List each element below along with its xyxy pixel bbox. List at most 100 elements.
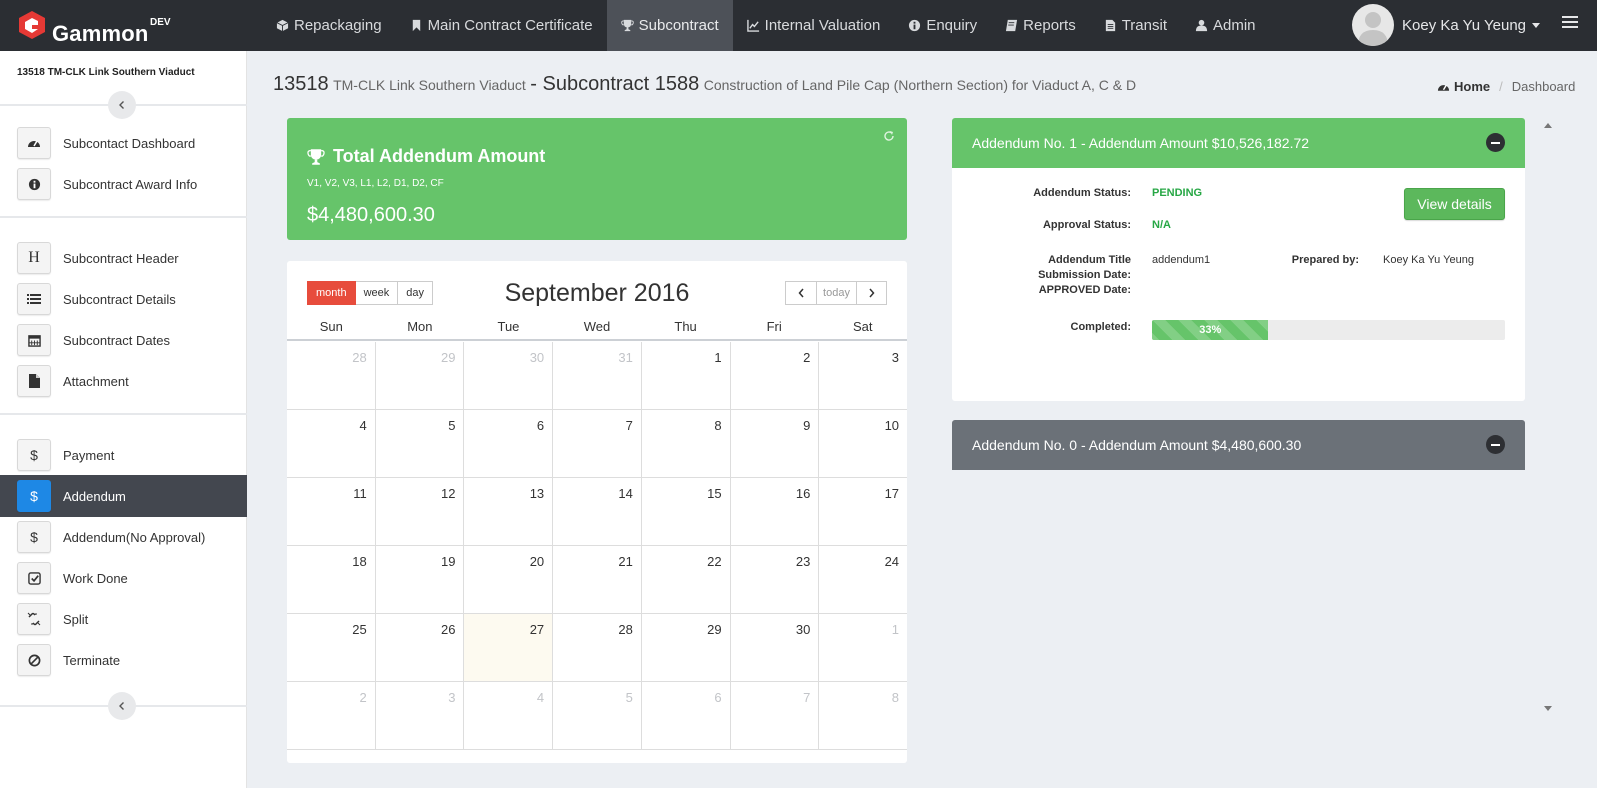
sidebar-item-label: Subcontact Dashboard xyxy=(63,135,196,151)
calendar-day[interactable]: 3 xyxy=(376,682,465,749)
calendar-day[interactable]: 17 xyxy=(819,478,907,545)
nav-internal-valuation[interactable]: Internal Valuation xyxy=(733,0,895,51)
view-day-button[interactable]: day xyxy=(398,281,434,305)
nav-reports[interactable]: Reports xyxy=(991,0,1090,51)
calendar-next-button[interactable] xyxy=(857,281,887,305)
calendar-day[interactable]: 1 xyxy=(642,342,731,409)
calendar-today-button[interactable]: today xyxy=(817,281,857,305)
nav-label: Main Contract Certificate xyxy=(427,17,593,34)
nav-label: Reports xyxy=(1023,17,1076,34)
sidebar-item-label: Addendum(No Approval) xyxy=(63,529,206,545)
calendar-day[interactable]: 29 xyxy=(642,614,731,681)
scroll-down-arrow-icon[interactable] xyxy=(1544,706,1552,711)
calendar-day[interactable]: 5 xyxy=(553,682,642,749)
calendar-day[interactable]: 22 xyxy=(642,546,731,613)
sidebar-item-label: Subcontract Award Info xyxy=(63,176,198,192)
line-chart-icon xyxy=(746,19,759,32)
addendum-0-header[interactable]: Addendum No. 0 - Addendum Amount $4,480,… xyxy=(952,420,1525,470)
sidebar-item-subcontract-award-info[interactable]: Subcontract Award Info xyxy=(0,163,247,205)
calendar-prev-button[interactable] xyxy=(785,281,817,305)
user-menu[interactable]: Koey Ka Yu Yeung xyxy=(1352,3,1541,47)
calendar-day[interactable]: 6 xyxy=(464,410,554,477)
cube-icon xyxy=(276,19,289,32)
calendar-day[interactable]: 28 xyxy=(553,614,642,681)
calendar-day[interactable]: 1 xyxy=(819,614,907,681)
calendar-day-today[interactable]: 27 xyxy=(464,614,554,681)
sidebar-item-split[interactable]: Split xyxy=(0,598,247,640)
calendar-day[interactable]: 19 xyxy=(376,546,465,613)
nav-repackaging[interactable]: Repackaging xyxy=(262,0,396,51)
sidebar-item-payment[interactable]: $ Payment xyxy=(0,434,247,476)
calendar-day[interactable]: 20 xyxy=(464,546,554,613)
collapse-minus-icon[interactable] xyxy=(1486,435,1505,454)
book-icon xyxy=(1006,19,1018,32)
calendar-day[interactable]: 31 xyxy=(553,342,642,409)
calendar-day[interactable]: 12 xyxy=(376,478,465,545)
view-week-button[interactable]: week xyxy=(355,281,399,305)
nav-subcontract[interactable]: Subcontract xyxy=(606,0,733,51)
calendar-day[interactable]: 30 xyxy=(731,614,820,681)
nav-enquiry[interactable]: Enquiry xyxy=(894,0,991,51)
calendar-day[interactable]: 14 xyxy=(553,478,642,545)
calendar-day[interactable]: 8 xyxy=(642,410,731,477)
gammon-logo[interactable]: Gammon DEV xyxy=(16,9,176,46)
nav-label: Repackaging xyxy=(294,17,382,34)
calendar-day[interactable]: 29 xyxy=(376,342,465,409)
calendar-day[interactable]: 7 xyxy=(731,682,820,749)
sidebar-item-attachment[interactable]: Attachment xyxy=(0,360,247,402)
view-month-button[interactable]: month xyxy=(307,281,356,305)
chevron-right-icon xyxy=(869,288,875,298)
calendar-day[interactable]: 7 xyxy=(553,410,642,477)
sidebar-item-subcontract-dates[interactable]: Subcontract Dates xyxy=(0,319,247,361)
dollar-icon: $ xyxy=(17,439,51,471)
divider xyxy=(0,413,247,415)
calendar-day[interactable]: 21 xyxy=(553,546,642,613)
unlink-icon xyxy=(17,603,51,635)
calendar-day[interactable]: 3 xyxy=(819,342,907,409)
addendum-title-value: addendum1 xyxy=(1152,254,1211,266)
sidebar-item-subcontract-header[interactable]: H Subcontract Header xyxy=(0,237,247,279)
calendar-day[interactable]: 24 xyxy=(819,546,907,613)
sidebar-item-label: Subcontract Header xyxy=(63,250,179,266)
collapse-minus-icon[interactable] xyxy=(1486,133,1505,152)
view-details-button[interactable]: View details xyxy=(1404,188,1505,220)
calendar-day[interactable]: 30 xyxy=(464,342,554,409)
calendar-day[interactable]: 28 xyxy=(287,342,376,409)
calendar-day[interactable]: 6 xyxy=(642,682,731,749)
sidebar-item-terminate[interactable]: Terminate xyxy=(0,639,247,681)
chevron-left-icon xyxy=(119,101,124,109)
sidebar-item-addendum[interactable]: $ Addendum xyxy=(0,475,247,517)
job-name: TM-CLK Link Southern Viaduct xyxy=(333,77,526,93)
nav-main-contract-certificate[interactable]: Main Contract Certificate xyxy=(396,0,607,51)
sidebar-item-subcontract-dashboard[interactable]: Subcontact Dashboard xyxy=(0,122,247,164)
sidebar-collapse-button[interactable] xyxy=(108,692,136,720)
calendar-day[interactable]: 16 xyxy=(731,478,820,545)
calendar-day[interactable]: 2 xyxy=(731,342,820,409)
hamburger-menu-icon[interactable] xyxy=(1562,16,1578,30)
calendar-day[interactable]: 26 xyxy=(376,614,465,681)
scroll-up-arrow-icon[interactable] xyxy=(1544,123,1552,128)
addendum-1-header[interactable]: Addendum No. 1 - Addendum Amount $10,526… xyxy=(952,118,1525,168)
calendar-day[interactable]: 9 xyxy=(731,410,820,477)
calendar-day[interactable]: 11 xyxy=(287,478,376,545)
sidebar-collapse-button[interactable] xyxy=(108,91,136,119)
calendar-day[interactable]: 13 xyxy=(464,478,554,545)
dashboard-icon xyxy=(1437,84,1450,91)
refresh-icon[interactable] xyxy=(883,130,895,142)
nav-transit[interactable]: Transit xyxy=(1090,0,1181,51)
nav-admin[interactable]: Admin xyxy=(1181,0,1270,51)
calendar-day[interactable]: 4 xyxy=(287,410,376,477)
calendar-day[interactable]: 23 xyxy=(731,546,820,613)
calendar-day[interactable]: 18 xyxy=(287,546,376,613)
calendar-day[interactable]: 4 xyxy=(464,682,554,749)
calendar-day[interactable]: 10 xyxy=(819,410,907,477)
calendar-day[interactable]: 2 xyxy=(287,682,376,749)
calendar-day[interactable]: 5 xyxy=(376,410,465,477)
sidebar-item-work-done[interactable]: Work Done xyxy=(0,557,247,599)
calendar-day[interactable]: 15 xyxy=(642,478,731,545)
breadcrumb-home[interactable]: Home xyxy=(1437,79,1490,94)
sidebar-item-addendum-no-approval[interactable]: $ Addendum(No Approval) xyxy=(0,516,247,558)
sidebar-item-subcontract-details[interactable]: Subcontract Details xyxy=(0,278,247,320)
calendar-day[interactable]: 8 xyxy=(819,682,907,749)
calendar-day[interactable]: 25 xyxy=(287,614,376,681)
